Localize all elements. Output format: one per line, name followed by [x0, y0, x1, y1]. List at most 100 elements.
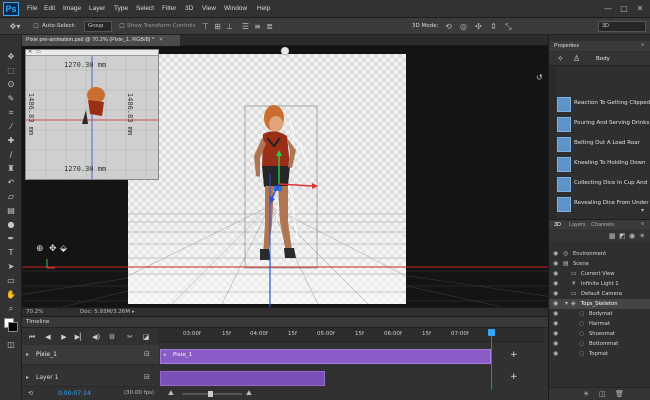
audio-icon[interactable]: ◀) — [90, 332, 102, 342]
auto-select-dropdown[interactable]: Group — [84, 21, 112, 32]
scale-3d-icon[interactable]: ⤡ — [503, 21, 514, 32]
preset-item[interactable]: Pouring And Serving Drinks — [557, 115, 649, 134]
distribute-bottom-icon[interactable]: ≣ — [264, 21, 275, 32]
render-icon[interactable]: ⛰ — [168, 389, 174, 398]
menu-type[interactable]: Type — [114, 5, 128, 12]
visibility-eye-icon[interactable]: ◉ — [553, 349, 558, 359]
gradient-tool-icon[interactable]: ▤ — [4, 205, 18, 216]
menu-file[interactable]: File — [27, 5, 37, 12]
dodge-tool-icon[interactable]: ● — [4, 219, 18, 230]
preset-item[interactable]: Belting Out A Load Roar — [557, 135, 649, 154]
visibility-eye-icon[interactable]: ◉ — [553, 249, 558, 259]
zoom-level[interactable]: 70.2% — [26, 308, 43, 316]
drag-3d-icon[interactable]: ✣ — [473, 21, 484, 32]
panel-menu-icon[interactable]: ≡ — [641, 221, 644, 227]
zoom-slider-thumb[interactable] — [208, 391, 213, 397]
history-brush-tool-icon[interactable]: ↶ — [4, 177, 18, 188]
scene-row-scene[interactable]: ◉ ▤ Scene — [549, 259, 650, 269]
scene-row-bottommat[interactable]: ◉ ◌ Bottommat — [549, 339, 650, 349]
close-window-button[interactable]: ✕ — [633, 3, 647, 15]
playhead-handle[interactable] — [488, 329, 495, 336]
foreground-color-swatch[interactable] — [8, 322, 18, 332]
workspace-dropdown[interactable]: 3D — [598, 21, 646, 32]
crop-tool-icon[interactable]: ⌗ — [4, 107, 18, 118]
time-ruler[interactable] — [159, 328, 544, 342]
scroll-down-icon[interactable]: ▾ — [641, 207, 644, 214]
preset-item[interactable]: Kneeling To Holding Down — [557, 155, 649, 174]
scene-row-environment[interactable]: ◉ ◎ Environment — [549, 249, 650, 259]
scene-row-tops-skeleton[interactable]: ◉ ▾ ◈ Tops_Skeleton — [549, 299, 650, 309]
scene-row-bodymat[interactable]: ◉ ◌ Bodymat — [549, 309, 650, 319]
track-media-icon[interactable]: ⊟ — [144, 350, 150, 358]
status-arrow-icon[interactable]: ▸ — [132, 308, 135, 316]
menu-help[interactable]: Help — [257, 5, 270, 12]
pose-icon[interactable]: ✧ — [557, 54, 564, 63]
shape-tool-icon[interactable]: ▭ — [4, 275, 18, 286]
menu-layer[interactable]: Layer — [89, 5, 105, 12]
scene-row-default-camera[interactable]: ◉ ▭ Default Camera — [549, 289, 650, 299]
document-tab[interactable]: Pixie pre-animation.psd @ 70.2% (Pixie_1… — [22, 35, 180, 46]
transform-controls-checkbox[interactable]: ☐ — [118, 21, 126, 32]
secondary-view[interactable]: ✕ ▭ 1270.30 mm 1270.30 mm 1486.83 mm 148… — [25, 49, 159, 180]
scene-row-hairmat[interactable]: ◉ ◌ Hairmat — [549, 319, 650, 329]
slide-3d-icon[interactable]: ⇕ — [488, 21, 499, 32]
expand-track-icon[interactable]: ▸ — [26, 374, 29, 381]
settings-icon[interactable]: ⚙ — [106, 332, 118, 342]
convert-frame-icon[interactable]: ⟲ — [28, 390, 33, 397]
play-button[interactable]: ▶ — [58, 332, 70, 342]
visibility-eye-icon[interactable]: ◉ — [553, 309, 558, 319]
visibility-eye-icon[interactable]: ◉ — [553, 339, 558, 349]
next-frame-button[interactable]: ▶▏ — [74, 332, 86, 342]
eraser-tool-icon[interactable]: ▱ — [4, 191, 18, 202]
expand-track-icon[interactable]: ▸ — [26, 351, 29, 358]
history-icon[interactable]: ↺ — [536, 73, 543, 82]
panel-menu-icon[interactable]: ≡ — [641, 42, 644, 48]
brush-tool-icon[interactable]: ∕ — [4, 149, 18, 160]
menu-edit[interactable]: Edit — [44, 5, 55, 12]
scene-row-topmat[interactable]: ◉ ◌ Topmat — [549, 349, 650, 359]
visibility-eye-icon[interactable]: ◉ — [553, 299, 558, 309]
menu-select[interactable]: Select — [136, 5, 154, 12]
3d-axis-widget[interactable] — [280, 46, 290, 56]
filter-mesh-icon[interactable]: ◩ — [619, 232, 626, 240]
scene-row-shoesmat[interactable]: ◉ ◌ Shoesmat — [549, 329, 650, 339]
tab-layers[interactable]: Layers — [569, 222, 586, 228]
delete-icon[interactable]: 🗑 — [615, 390, 624, 398]
track-header[interactable]: ▸ Pixie_1 ⊟ — [22, 345, 159, 365]
preset-item[interactable]: Reaction To Getting Clipped — [557, 95, 650, 114]
quick-select-tool-icon[interactable]: ✎ — [4, 93, 18, 104]
visibility-eye-icon[interactable]: ◉ — [553, 279, 558, 289]
maximize-button[interactable]: □ — [617, 3, 631, 15]
filter-material-icon[interactable]: ◉ — [629, 232, 635, 240]
zoom-in-icon[interactable]: ⛰ — [246, 389, 252, 398]
type-tool-icon[interactable]: T — [4, 247, 18, 258]
expand-arrow-icon[interactable]: ▾ — [565, 299, 568, 309]
menu-window[interactable]: Window — [224, 5, 247, 12]
preset-item[interactable]: Collecting Dice In Cup And — [557, 175, 649, 194]
visibility-eye-icon[interactable]: ◉ — [553, 289, 558, 299]
split-clip-icon[interactable]: ✂ — [124, 332, 136, 342]
zoom-tool-icon[interactable]: ⌕ — [4, 303, 18, 314]
move-tool-icon[interactable]: ✥ — [4, 51, 18, 62]
stamp-tool-icon[interactable]: ♜ — [4, 163, 18, 174]
filter-light-icon[interactable]: ☀ — [639, 232, 645, 240]
menu-view[interactable]: View — [202, 5, 216, 12]
visibility-eye-icon[interactable]: ◉ — [553, 259, 558, 269]
menu-filter[interactable]: Filter — [162, 5, 176, 12]
visibility-eye-icon[interactable]: ◉ — [553, 329, 558, 339]
properties-tab[interactable]: Properties — [554, 43, 579, 49]
track-header[interactable]: ▸ Layer 1 ⊟ — [22, 369, 159, 387]
prev-frame-button[interactable]: ◀ — [42, 332, 54, 342]
tab-channels[interactable]: Channels — [591, 222, 614, 228]
visibility-eye-icon[interactable]: ◉ — [553, 269, 558, 279]
quick-mask-icon[interactable]: ◫ — [4, 339, 18, 350]
minimize-button[interactable]: — — [601, 3, 615, 15]
add-new-icon[interactable]: ◫ — [599, 390, 606, 398]
camera-nav-widget[interactable]: ⊕ ✥ ⬙ — [36, 244, 67, 254]
align-middle-icon[interactable]: ⊞ — [212, 21, 223, 32]
scene-row-current-view[interactable]: ◉ ▭ Current View — [549, 269, 650, 279]
clip-expand-icon[interactable]: ▸ — [164, 352, 167, 358]
healing-brush-tool-icon[interactable]: ✚ — [4, 135, 18, 146]
menu-3d[interactable]: 3D — [185, 5, 193, 12]
add-light-icon[interactable]: ☀ — [583, 390, 589, 398]
